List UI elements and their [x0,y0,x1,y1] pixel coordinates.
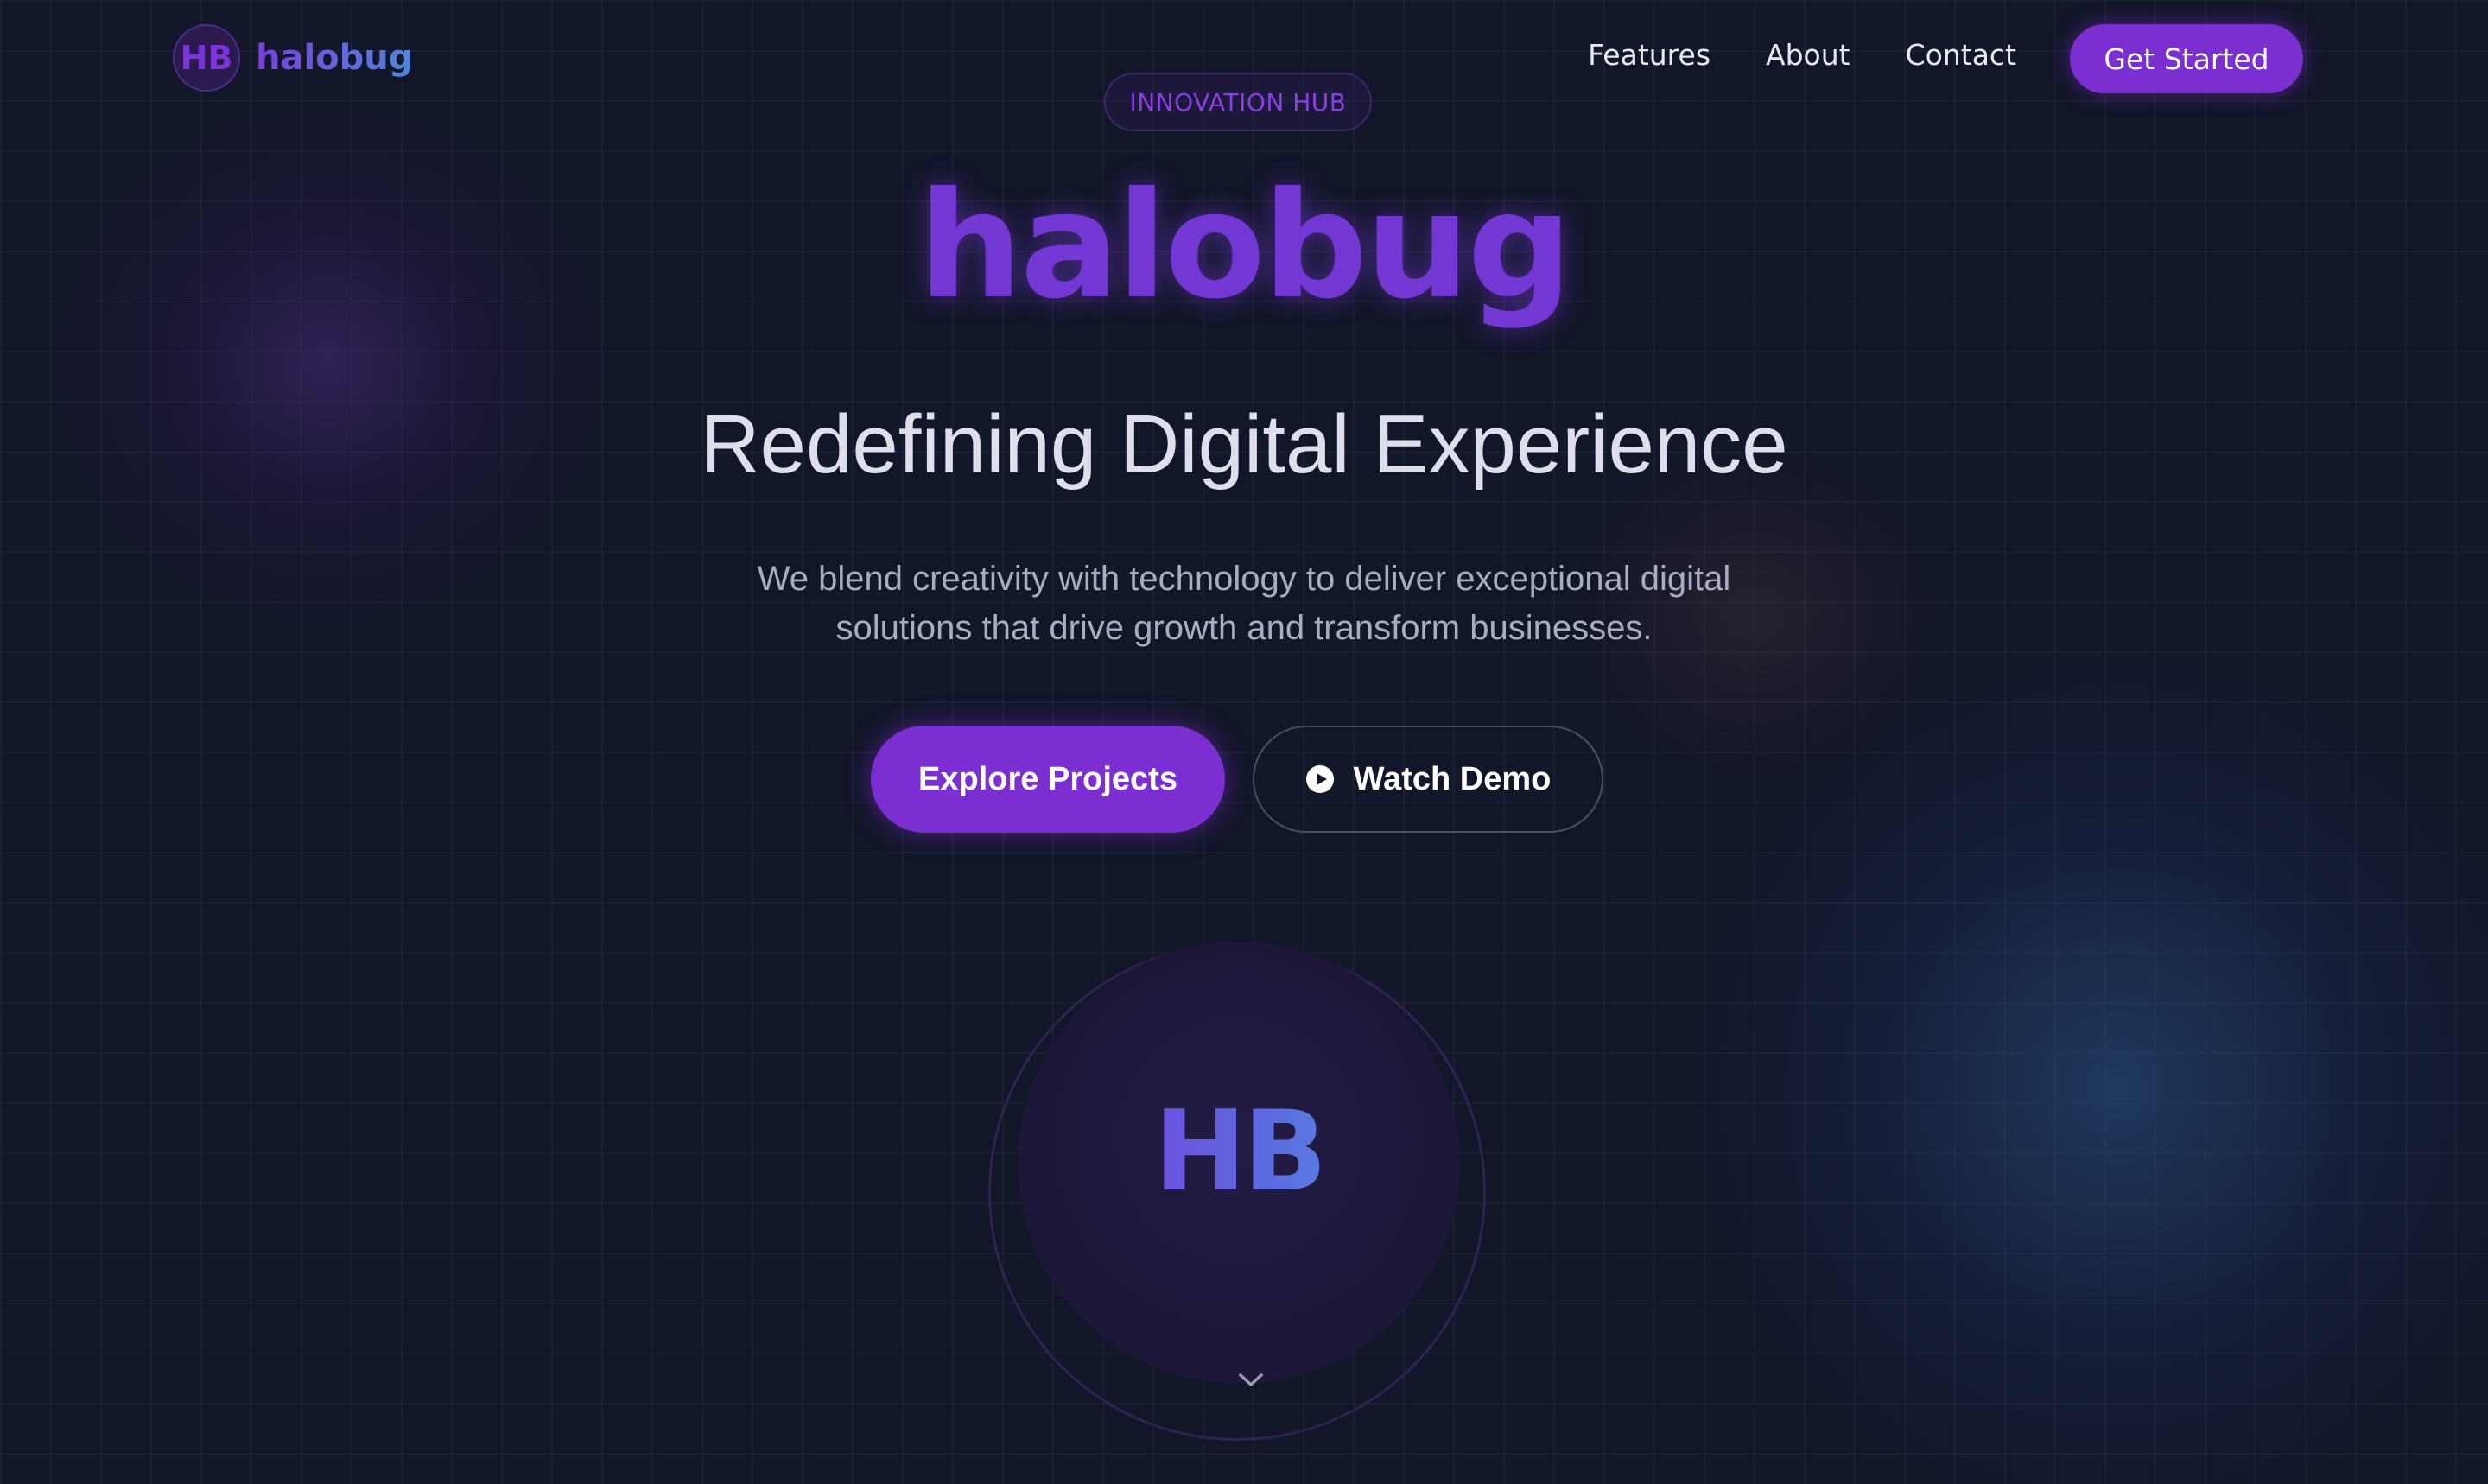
landing-page: HB halobug Features About Contact Get St… [0,0,2488,1484]
brand-badge: HB [173,24,240,92]
innovation-hub-badge: INNOVATION HUB [1104,73,1372,131]
hero-description-line-1: We blend creativity with technology to d… [757,560,1731,598]
brand-logo[interactable]: HB halobug [173,24,413,92]
nav-link-about[interactable]: About [1766,38,1850,72]
watch-demo-label: Watch Demo [1353,760,1552,797]
hero-title: halobug [917,161,1572,332]
nav-links: Features About Contact [1588,38,2016,72]
watch-demo-button[interactable]: Watch Demo [1253,726,1603,833]
get-started-button[interactable]: Get Started [2070,24,2303,93]
hero-description: We blend creativity with technology to d… [674,555,1814,653]
hero-subtitle: Redefining Digital Experience [700,398,1788,491]
explore-projects-button[interactable]: Explore Projects [871,726,1225,833]
nav-link-contact[interactable]: Contact [1906,38,2016,72]
brand-name: halobug [256,38,414,78]
orb-monogram: HB [1018,1097,1460,1208]
blue-glow-decoration [1693,656,2488,1484]
chevron-down-icon[interactable] [1234,1367,1268,1392]
play-circle-icon [1305,765,1334,793]
nav-link-features[interactable]: Features [1588,38,1710,72]
hero-description-line-2: solutions that drive growth and transfor… [835,609,1653,647]
